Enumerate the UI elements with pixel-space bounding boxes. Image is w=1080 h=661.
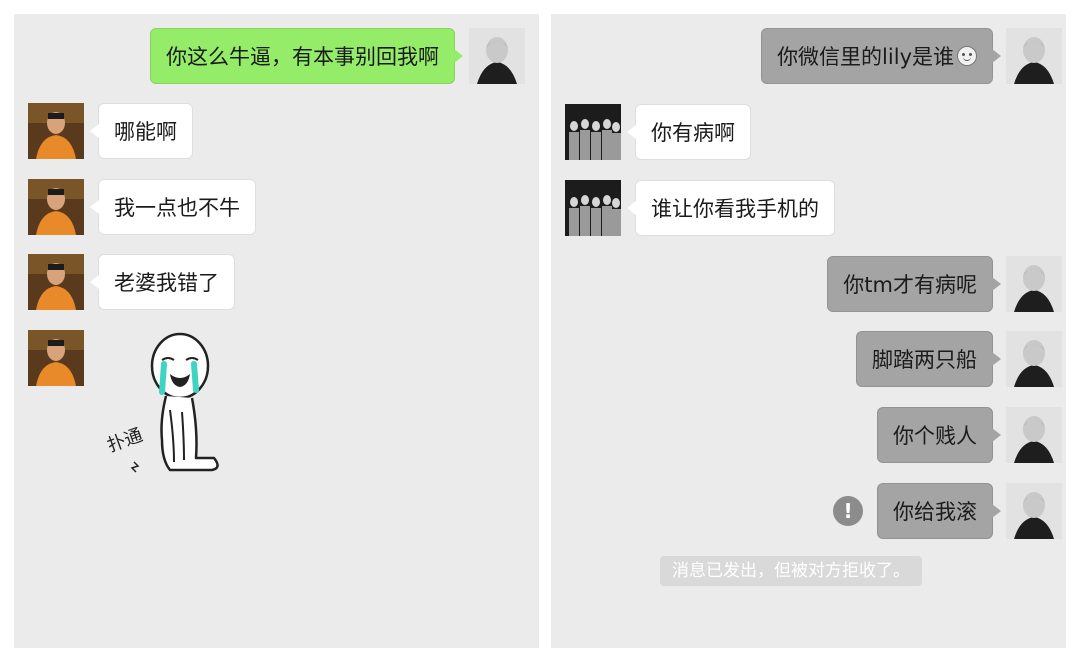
message-text: 哪能啊 xyxy=(114,120,177,144)
avatar-contact[interactable] xyxy=(565,180,621,236)
avatar-contact[interactable] xyxy=(28,330,84,386)
message-text: 你这么牛逼，有本事别回我啊 xyxy=(166,45,439,69)
smiley-emoji-icon xyxy=(957,46,977,66)
message-text: 我一点也不牛 xyxy=(114,196,240,220)
avatar-self[interactable] xyxy=(469,28,525,84)
message-text: 你tm才有病呢 xyxy=(843,273,977,297)
message-text: 你个贱人 xyxy=(893,424,977,448)
left-chat-panel: 你这么牛逼，有本事别回我啊 哪能啊 我一点也不牛 老婆我错了 扑通 xyxy=(14,14,539,648)
message-bubble-received[interactable]: 老婆我错了 xyxy=(90,254,235,310)
right-chat-panel: 你微信里的lily是谁 你有病啊 谁让你看我手机的 你tm才有病呢 脚踏两只船 … xyxy=(551,14,1066,648)
message-bubble-sent[interactable]: 你个贱人 xyxy=(877,407,1001,463)
avatar-self[interactable] xyxy=(1006,331,1062,387)
message-bubble-sent[interactable]: 你给我滚 xyxy=(877,483,1001,539)
avatar-self[interactable] xyxy=(1006,483,1062,539)
send-failed-warning-icon[interactable]: ! xyxy=(833,496,863,526)
avatar-contact[interactable] xyxy=(28,179,84,235)
crying-kneel-sticker[interactable]: 扑通 xyxy=(104,330,234,482)
message-bubble-sent[interactable]: 你tm才有病呢 xyxy=(827,256,1001,312)
avatar-self[interactable] xyxy=(1006,28,1062,84)
message-bubble-sent[interactable]: 你这么牛逼，有本事别回我啊 xyxy=(150,28,463,84)
avatar-contact[interactable] xyxy=(28,254,84,310)
message-bubble-received[interactable]: 哪能啊 xyxy=(90,103,193,159)
message-bubble-received[interactable]: 谁让你看我手机的 xyxy=(627,180,835,236)
avatar-contact[interactable] xyxy=(28,103,84,159)
message-text: 脚踏两只船 xyxy=(872,348,977,372)
message-text: 你有病啊 xyxy=(651,121,735,145)
message-text: 你给我滚 xyxy=(893,500,977,524)
message-text: 老婆我错了 xyxy=(114,271,219,295)
avatar-self[interactable] xyxy=(1006,256,1062,312)
message-text: 你微信里的lily是谁 xyxy=(777,45,954,69)
message-bubble-received[interactable]: 你有病啊 xyxy=(627,104,751,160)
message-bubble-received[interactable]: 我一点也不牛 xyxy=(90,179,256,235)
message-bubble-sent[interactable]: 你微信里的lily是谁 xyxy=(761,28,1001,84)
message-bubble-sent[interactable]: 脚踏两只船 xyxy=(856,331,1001,387)
system-notice-rejected: 消息已发出，但被对方拒收了。 xyxy=(660,556,922,586)
message-text: 谁让你看我手机的 xyxy=(651,197,819,221)
sticker-caption: 扑通 xyxy=(105,425,146,457)
avatar-contact[interactable] xyxy=(565,104,621,160)
avatar-self[interactable] xyxy=(1006,407,1062,463)
